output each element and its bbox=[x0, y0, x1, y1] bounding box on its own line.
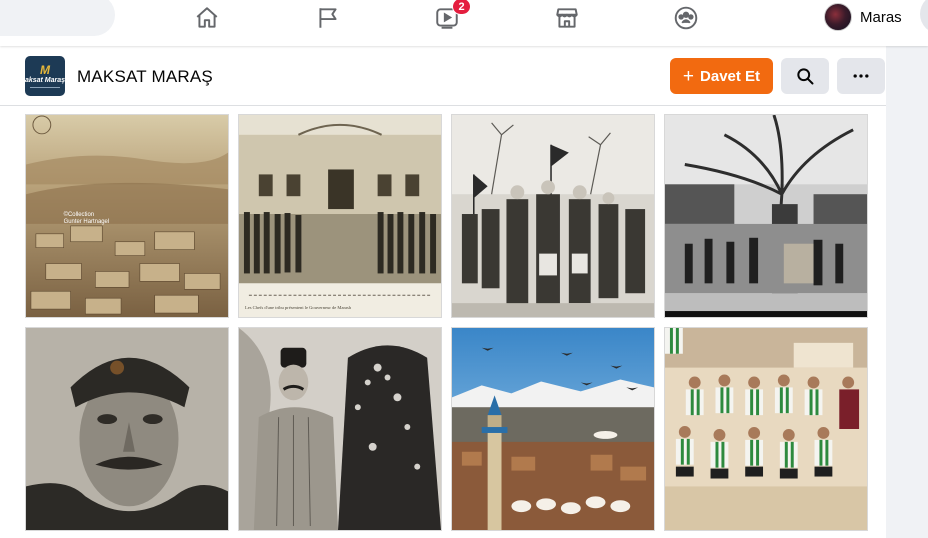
plus-icon: + bbox=[682, 65, 695, 87]
photo-caption: Les Chefs d'une tribu présentent le Gouv… bbox=[245, 305, 352, 310]
page-header: M aksat Maraş MAKSAT MARAŞ + Davet Et bbox=[0, 46, 886, 106]
profile-name: Maras bbox=[860, 8, 902, 26]
photo-football-team[interactable] bbox=[664, 327, 868, 531]
page-title[interactable]: MAKSAT MARAŞ bbox=[77, 67, 213, 87]
photo-watermark: ©Collection bbox=[64, 211, 94, 218]
page-logo[interactable]: M aksat Maraş bbox=[25, 56, 65, 96]
home-icon[interactable] bbox=[193, 4, 221, 32]
right-gutter bbox=[886, 106, 928, 538]
page-logo-text: aksat Maraş bbox=[25, 77, 65, 84]
more-icon bbox=[853, 74, 869, 78]
photo-government-building-crowd[interactable]: Les Chefs d'une tribu présentent le Gouv… bbox=[238, 114, 442, 318]
photo-militia-marching-flags[interactable] bbox=[451, 114, 655, 318]
photo-grid: ©Collection Gunter Hartnagel Les Chefs d… bbox=[0, 106, 886, 538]
menu-button[interactable] bbox=[920, 0, 928, 34]
top-navigation-bar: 2 Maras bbox=[0, 0, 928, 46]
search-icon bbox=[797, 68, 814, 85]
photo-minaret-with-birds[interactable] bbox=[451, 327, 655, 531]
photo-couple-traditional-dress[interactable] bbox=[238, 327, 442, 531]
photo-historic-town-panorama[interactable]: ©Collection Gunter Hartnagel bbox=[25, 114, 229, 318]
video-notification-badge: 2 bbox=[452, 0, 471, 15]
photo-market-under-tree[interactable] bbox=[664, 114, 868, 318]
invite-button[interactable]: + Davet Et bbox=[670, 58, 773, 94]
page-logo-mark: M bbox=[40, 63, 50, 77]
invite-button-label: Davet Et bbox=[700, 67, 761, 85]
page-logo-divider bbox=[30, 87, 60, 88]
photo-mustached-man-portrait[interactable] bbox=[25, 327, 229, 531]
avatar bbox=[824, 3, 852, 31]
photo-watermark: Gunter Hartnagel bbox=[64, 219, 110, 225]
search-button[interactable] bbox=[781, 58, 829, 94]
flag-icon[interactable] bbox=[314, 4, 342, 32]
groups-icon[interactable] bbox=[672, 4, 700, 32]
more-options-button[interactable] bbox=[837, 58, 885, 94]
profile-button[interactable]: Maras bbox=[824, 3, 902, 31]
search-bar[interactable] bbox=[0, 0, 115, 36]
marketplace-icon[interactable] bbox=[553, 4, 581, 32]
